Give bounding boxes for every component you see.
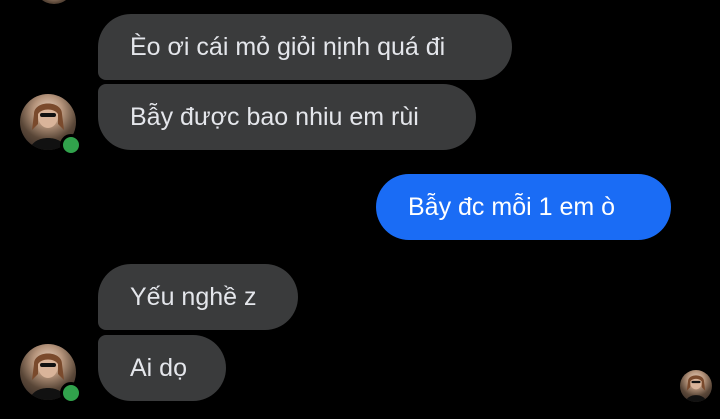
incoming-message-bubble[interactable]: Ai dọ bbox=[98, 335, 226, 401]
seen-avatar-image bbox=[685, 375, 707, 402]
message-text: Bẫy được bao nhiu em rùi bbox=[130, 103, 419, 131]
incoming-message-bubble[interactable]: Èo ơi cái mỏ giỏi nịnh quá đi bbox=[98, 14, 512, 80]
online-status-indicator bbox=[60, 134, 82, 156]
message-text: Yếu nghề z bbox=[130, 283, 257, 311]
message-text: Èo ơi cái mỏ giỏi nịnh quá đi bbox=[130, 33, 446, 61]
message-text: Bẫy đc mỗi 1 em ò bbox=[408, 193, 616, 221]
incoming-message-bubble[interactable]: Bẫy được bao nhiu em rùi bbox=[98, 84, 476, 150]
incoming-message-bubble[interactable]: Yếu nghề z bbox=[98, 264, 298, 330]
contact-avatar-cropped[interactable] bbox=[34, 0, 74, 4]
message-text: Ai dọ bbox=[130, 354, 187, 382]
seen-receipt-avatar bbox=[680, 370, 712, 402]
outgoing-message-bubble[interactable]: Bẫy đc mỗi 1 em ò bbox=[376, 174, 671, 240]
online-status-indicator bbox=[60, 382, 82, 404]
